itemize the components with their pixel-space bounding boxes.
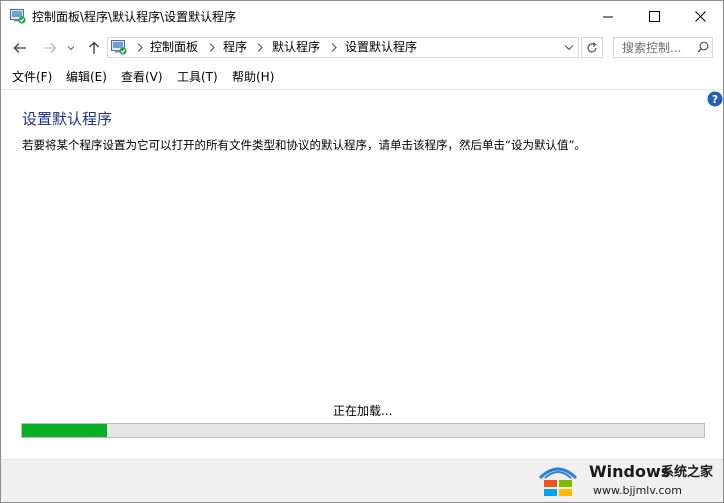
page-title: 设置默认程序 [22, 110, 113, 128]
watermark-brand: Windows [589, 462, 671, 481]
menu-help[interactable]: 帮助(H) [232, 70, 274, 85]
title-bar[interactable]: 控制面板\程序\默认程序\设置默认程序 [1, 1, 723, 33]
arrow-left-icon [13, 43, 26, 53]
loading-status: 正在加载... [333, 404, 393, 418]
menu-file[interactable]: 文件(F) [12, 70, 52, 85]
breadcrumb-programs[interactable]: 程序 [223, 40, 247, 55]
control-panel-icon [10, 9, 26, 24]
navigation-bar: 控制面板 程序 默认程序 设置默认程序 [1, 33, 723, 63]
progress-fill [22, 424, 108, 437]
arrow-up-icon [89, 41, 99, 54]
refresh-icon [587, 41, 597, 53]
loading-progress-bar [21, 423, 705, 438]
recent-locations-button[interactable] [65, 40, 77, 56]
arrow-right-icon [44, 43, 57, 53]
search-icon[interactable] [697, 41, 709, 53]
breadcrumb-control-panel[interactable]: 控制面板 [150, 40, 198, 55]
menu-view[interactable]: 查看(V) [121, 70, 163, 85]
minimize-icon [602, 16, 613, 18]
maximize-icon [648, 11, 660, 22]
maximize-button[interactable] [631, 1, 677, 32]
page-description: 若要将某个程序设置为它可以打开的所有文件类型和协议的默认程序，请单击该程序，然后… [22, 138, 586, 152]
menu-tools[interactable]: 工具(T) [177, 70, 218, 85]
chevron-down-icon [67, 46, 75, 51]
back-button[interactable] [11, 40, 29, 56]
search-box[interactable] [613, 37, 713, 58]
window-title: 控制面板\程序\默认程序\设置默认程序 [32, 10, 237, 24]
windows-logo-icon [538, 467, 578, 496]
watermark-url: www.bjjmlv.com [593, 484, 682, 497]
breadcrumb-separator-icon[interactable] [208, 42, 216, 53]
close-icon [694, 11, 706, 22]
search-input[interactable] [614, 38, 702, 57]
breadcrumb-separator-icon[interactable] [136, 42, 144, 53]
breadcrumb-default-programs[interactable]: 默认程序 [272, 40, 320, 55]
help-icon[interactable]: ? [707, 91, 723, 107]
minimize-button[interactable] [585, 1, 631, 32]
watermark-site-name: 系统之家 [661, 465, 714, 480]
up-button[interactable] [85, 40, 103, 56]
menu-edit[interactable]: 编辑(E) [66, 70, 107, 85]
breadcrumb-separator-icon[interactable] [256, 42, 264, 53]
breadcrumb-separator-icon[interactable] [330, 42, 338, 53]
address-bar[interactable]: 控制面板 程序 默认程序 设置默认程序 [107, 37, 579, 58]
forward-button[interactable] [41, 40, 59, 56]
breadcrumb-set-default-programs[interactable]: 设置默认程序 [345, 40, 417, 55]
refresh-button[interactable] [581, 37, 603, 58]
close-button[interactable] [677, 1, 723, 32]
chevron-down-icon[interactable] [563, 42, 575, 53]
control-panel-window: 控制面板\程序\默认程序\设置默认程序 控制面板 程序 默认程序 设置默认程序 … [0, 0, 724, 503]
menu-bar: 文件(F) 编辑(E) 查看(V) 工具(T) 帮助(H) [1, 67, 723, 90]
svg-text:?: ? [712, 93, 718, 106]
control-panel-icon [111, 40, 127, 55]
